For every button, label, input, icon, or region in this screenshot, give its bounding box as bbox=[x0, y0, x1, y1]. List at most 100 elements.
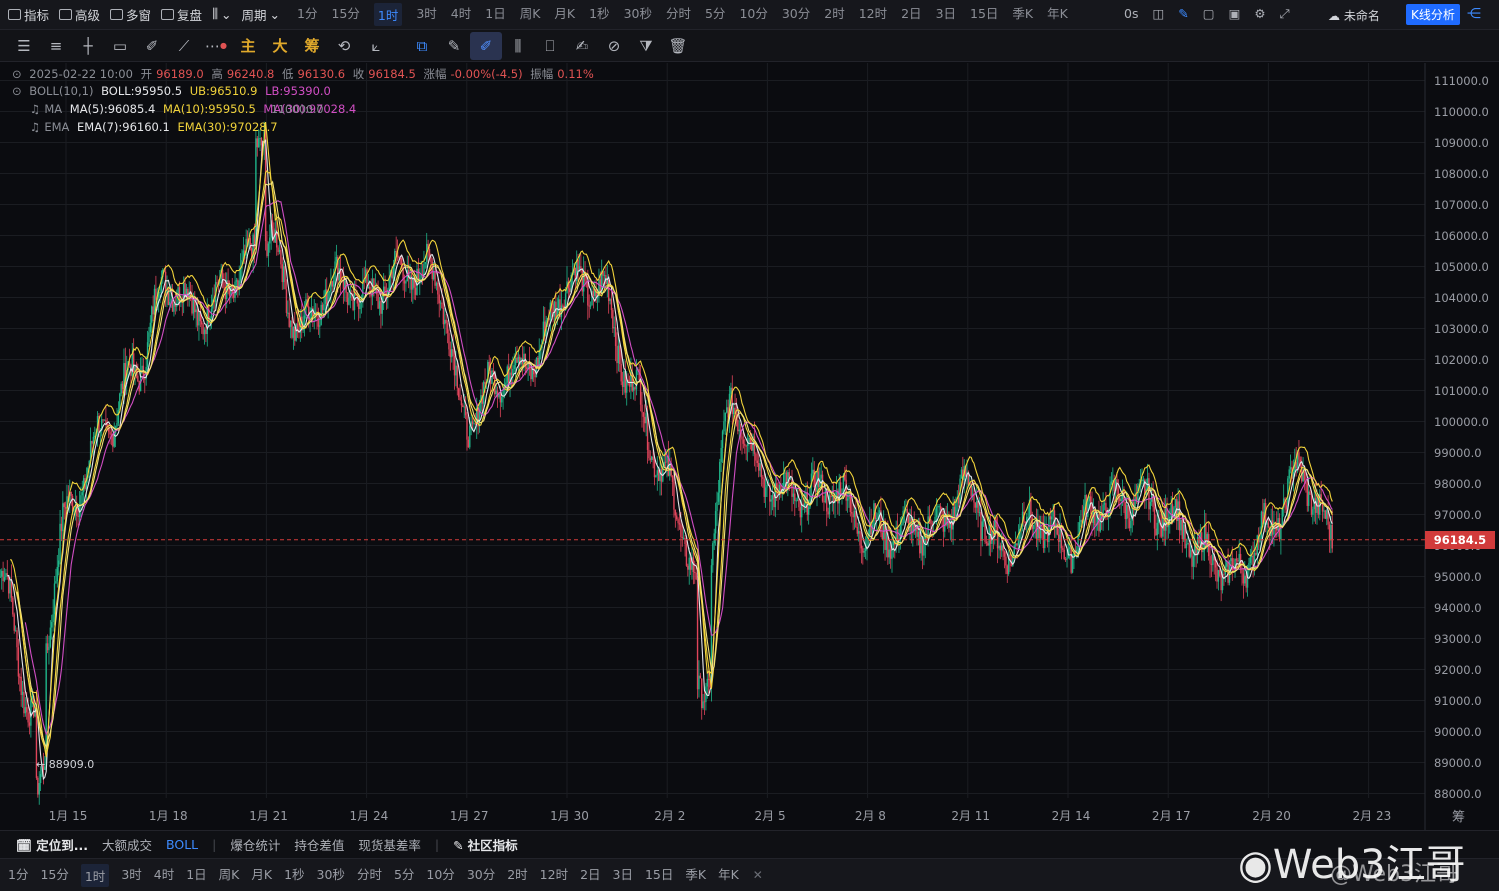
menu-1[interactable]: 高级 bbox=[59, 5, 100, 24]
timeframe-16[interactable]: 2日 bbox=[901, 3, 921, 26]
menu-2[interactable]: 多窗 bbox=[110, 5, 151, 24]
candle-body bbox=[1032, 524, 1035, 529]
bottom-timeframe-5[interactable]: 1日 bbox=[186, 864, 206, 887]
candle-body bbox=[1235, 558, 1238, 561]
large-order-tool[interactable]: 大 bbox=[264, 32, 296, 60]
bell-icon[interactable]: ♫ bbox=[30, 102, 40, 116]
rectangle-icon[interactable]: ▭ bbox=[104, 32, 136, 60]
bottom-timeframe-11[interactable]: 5分 bbox=[394, 864, 414, 887]
period-button[interactable]: 周期 ⌄ bbox=[242, 5, 281, 24]
bottom-timeframe-14[interactable]: 2时 bbox=[507, 864, 527, 887]
more-icon[interactable]: ⋯ ● bbox=[200, 32, 232, 60]
lock-icon[interactable]: ⎕ bbox=[534, 32, 566, 60]
sync-icon[interactable]: ⟲ bbox=[328, 32, 360, 60]
main-tool[interactable]: 主 bbox=[232, 32, 264, 60]
bottom-timeframe-12[interactable]: 10分 bbox=[426, 864, 454, 887]
indicator-large-trades[interactable]: 大额成交 bbox=[102, 835, 152, 854]
candle-body bbox=[655, 475, 657, 478]
timeframe-4[interactable]: 4时 bbox=[451, 3, 471, 26]
bottom-timeframe-0[interactable]: 1分 bbox=[8, 864, 28, 887]
candle-body bbox=[1153, 507, 1156, 529]
trash-icon[interactable]: 🗑 bbox=[662, 32, 694, 60]
timeframe-1[interactable]: 15分 bbox=[331, 3, 359, 26]
timeframe-9[interactable]: 30秒 bbox=[624, 3, 652, 26]
indicator-oi-diff[interactable]: 持仓差值 bbox=[294, 835, 344, 854]
indicator-basis[interactable]: 现货基差率 bbox=[358, 835, 421, 854]
candle-body bbox=[403, 280, 406, 284]
horizontal-line-icon[interactable]: ┼ bbox=[72, 32, 104, 60]
settings-icon[interactable]: ⚙ bbox=[1254, 6, 1265, 22]
bell-icon[interactable]: ♫ bbox=[30, 120, 40, 134]
bottom-timeframe-17[interactable]: 3日 bbox=[613, 864, 633, 887]
candle-body bbox=[888, 549, 890, 558]
price-chart[interactable] bbox=[0, 63, 1499, 830]
bottom-timeframe-6[interactable]: 周K bbox=[219, 864, 240, 887]
timeframe-20[interactable]: 年K bbox=[1047, 3, 1068, 26]
layout-name[interactable]: ☁ 未命名 bbox=[1328, 7, 1380, 24]
bottom-timeframe-2[interactable]: 1时 bbox=[80, 863, 110, 887]
bottom-timeframe-7[interactable]: 月K bbox=[251, 864, 272, 887]
candle-body bbox=[1064, 559, 1067, 561]
axis-corner-label[interactable]: 筹 bbox=[1452, 806, 1465, 825]
bottom-timeframe-4[interactable]: 4时 bbox=[154, 864, 174, 887]
pencil-icon[interactable]: ✎ bbox=[1178, 6, 1188, 22]
timeframe-6[interactable]: 周K bbox=[520, 3, 541, 26]
bottom-timeframe-15[interactable]: 12时 bbox=[540, 864, 568, 887]
bottom-timeframe-18[interactable]: 15日 bbox=[645, 864, 673, 887]
timeframe-13[interactable]: 30分 bbox=[782, 3, 810, 26]
candle-body bbox=[923, 543, 925, 556]
menu-lines-icon[interactable]: ☰ bbox=[8, 32, 40, 60]
measure-icon[interactable]: ⟀ bbox=[360, 32, 392, 60]
timeframe-10[interactable]: 分时 bbox=[666, 3, 691, 26]
k-analysis-button[interactable]: K线分析 bbox=[1406, 4, 1460, 25]
timeframe-18[interactable]: 15日 bbox=[970, 3, 998, 26]
share-icon[interactable]: ⋲ bbox=[1467, 6, 1481, 22]
bottom-timeframe-16[interactable]: 2日 bbox=[580, 864, 600, 887]
layout-icon[interactable]: ▢ bbox=[1203, 6, 1215, 22]
close-icon[interactable]: ✕ bbox=[753, 868, 763, 882]
timeframe-0[interactable]: 1分 bbox=[297, 3, 317, 26]
camera-icon[interactable]: ◫ bbox=[1152, 6, 1164, 22]
copy-icon[interactable]: ⧉ bbox=[406, 32, 438, 60]
bottom-timeframe-1[interactable]: 15分 bbox=[40, 864, 68, 887]
bottom-timeframe-19[interactable]: 季K bbox=[685, 864, 706, 887]
indicator-liquidation[interactable]: 爆仓统计 bbox=[230, 835, 280, 854]
bottom-timeframe-13[interactable]: 30分 bbox=[467, 864, 495, 887]
timeframe-14[interactable]: 2时 bbox=[824, 3, 844, 26]
chevron-icon[interactable]: ⊙ bbox=[12, 67, 22, 81]
indicator-boll[interactable]: BOLL bbox=[166, 837, 198, 852]
bars-icon[interactable]: ⫼ bbox=[502, 32, 534, 60]
bottom-timeframe-8[interactable]: 1秒 bbox=[284, 864, 304, 887]
chart-style-button[interactable]: ⫼ ⌄ bbox=[212, 7, 231, 22]
timeframe-7[interactable]: 月K bbox=[554, 3, 575, 26]
bottom-timeframe-20[interactable]: 年K bbox=[718, 864, 739, 887]
fullscreen-icon[interactable]: ⤢ bbox=[1280, 6, 1290, 22]
chips-tool[interactable]: 筹 bbox=[296, 32, 328, 60]
menu-3[interactable]: 复盘 bbox=[161, 5, 202, 24]
trend-line-icon[interactable]: ⟋ bbox=[168, 32, 200, 60]
timeframe-5[interactable]: 1日 bbox=[485, 3, 505, 26]
community-indicators[interactable]: ✎ 社区指标 bbox=[453, 835, 517, 854]
timeframe-19[interactable]: 季K bbox=[1012, 3, 1033, 26]
bottom-timeframe-9[interactable]: 30秒 bbox=[317, 864, 345, 887]
timeframe-15[interactable]: 12时 bbox=[859, 3, 887, 26]
locate-button[interactable]: 🗓 定位到... bbox=[16, 835, 88, 854]
timeframe-17[interactable]: 3日 bbox=[936, 3, 956, 26]
menu-0[interactable]: 指标 bbox=[8, 5, 49, 24]
magnet-icon[interactable]: ⊘ bbox=[598, 32, 630, 60]
timeframe-3[interactable]: 3时 bbox=[416, 3, 436, 26]
timeframe-2[interactable]: 1时 bbox=[373, 3, 403, 26]
timeframe-11[interactable]: 5分 bbox=[705, 3, 725, 26]
ruler-icon[interactable]: ✐ bbox=[136, 32, 168, 60]
screenshot-icon[interactable]: ▣ bbox=[1229, 6, 1241, 22]
ruler2-icon[interactable]: ✎ bbox=[438, 32, 470, 60]
list-icon[interactable]: ≡ bbox=[40, 32, 72, 60]
bottom-timeframe-3[interactable]: 3时 bbox=[121, 864, 141, 887]
bottom-timeframe-10[interactable]: 分时 bbox=[357, 864, 382, 887]
timeframe-12[interactable]: 10分 bbox=[739, 3, 767, 26]
filter-icon[interactable]: ⧩ bbox=[630, 32, 662, 60]
chevron-icon[interactable]: ⊙ bbox=[12, 84, 22, 98]
note-icon[interactable]: ✍ bbox=[566, 32, 598, 60]
timeframe-8[interactable]: 1秒 bbox=[589, 3, 609, 26]
draw-mode-icon[interactable]: ✐ bbox=[470, 31, 502, 60]
